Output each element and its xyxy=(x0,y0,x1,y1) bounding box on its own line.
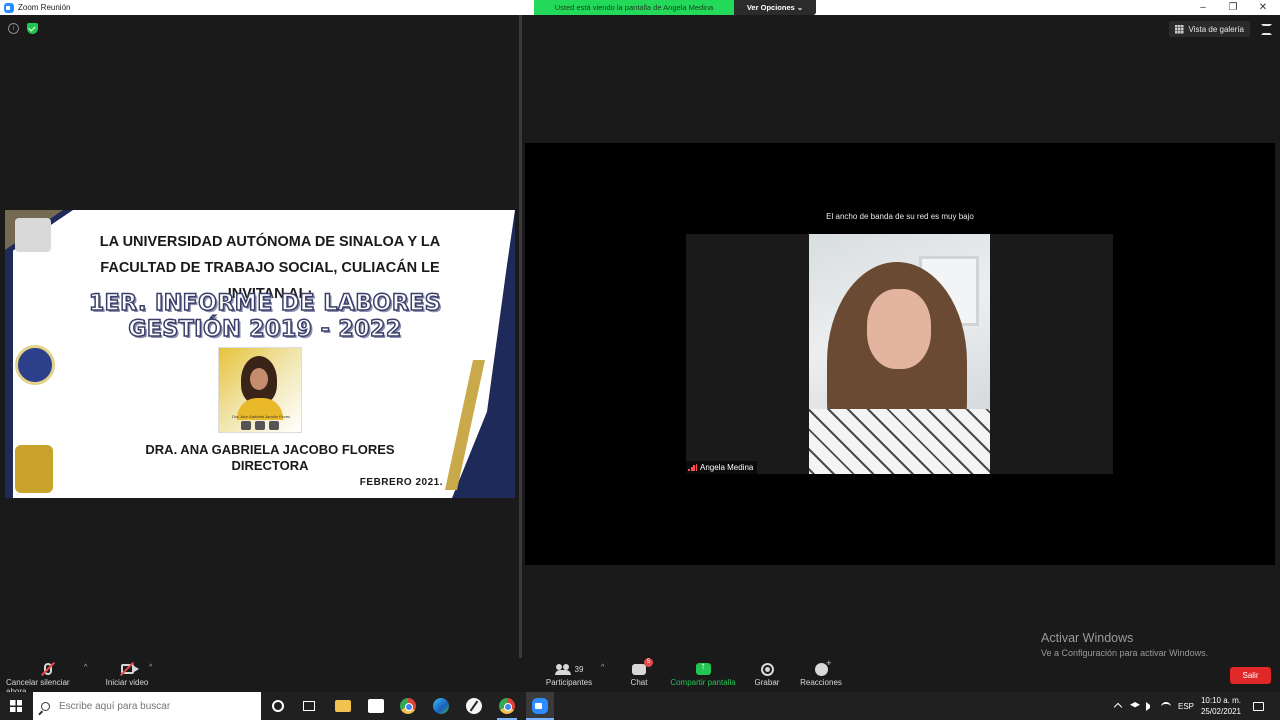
windows-activation-watermark: Activar Windows Ve a Configuración para … xyxy=(1041,631,1208,658)
participant-shirt xyxy=(809,409,990,474)
video-pane: Vista de galería El ancho de banda de su… xyxy=(522,15,1280,658)
info-icon[interactable]: i xyxy=(8,23,19,34)
participants-chevron-icon[interactable]: ^ xyxy=(601,664,604,671)
participant-name-label: Angela Medina xyxy=(686,461,758,474)
slide-line-1: LA UNIVERSIDAD AUTÓNOMA DE SINALOA Y LA xyxy=(99,234,441,250)
watermark-title: Activar Windows xyxy=(1041,631,1134,645)
windows-taskbar: ESP 10:10 a. m. 25/02/2021 xyxy=(0,692,1280,720)
search-icon xyxy=(41,701,50,711)
gallery-view-label: Vista de galería xyxy=(1188,24,1244,34)
photo-face xyxy=(241,356,277,404)
share-screen-button[interactable]: Compartir pantalla xyxy=(668,660,738,687)
participants-label: Participantes xyxy=(545,678,593,687)
windows-start-icon[interactable] xyxy=(10,700,22,712)
bandwidth-warning: El ancho de banda de su red es muy bajo xyxy=(826,212,974,221)
shared-screen-pane: i LA UNIVERSIDAD AUTÓNOMA DE SINALOA Y L… xyxy=(0,15,519,658)
watermark-subtitle: Ve a Configuración para activar Windows. xyxy=(1041,648,1209,658)
zoom-app: Zoom Reunión Usted está viendo la pantal… xyxy=(0,0,1280,720)
security-shield-icon[interactable] xyxy=(27,23,38,34)
university-building-logo xyxy=(15,218,51,252)
participant-face xyxy=(867,289,931,369)
grid-icon xyxy=(1174,24,1184,34)
start-video-label: Iniciar video xyxy=(105,678,149,687)
zoom-logo-icon xyxy=(4,2,14,13)
edge-icon[interactable] xyxy=(433,698,449,714)
chat-unread-badge: 5 xyxy=(644,657,653,667)
participant-camera-feed xyxy=(809,234,990,474)
chrome-profile-icon[interactable] xyxy=(499,698,515,714)
slide-title-2: GESTIÓN 2019 - 2022 xyxy=(128,317,402,343)
participants-count: 39 xyxy=(574,664,584,674)
share-screen-icon xyxy=(695,661,711,675)
start-video-button[interactable]: Iniciar video xyxy=(104,660,150,687)
participants-button[interactable]: 39 Participantes xyxy=(544,660,594,687)
clock-time: 10:10 a. m. xyxy=(1200,696,1242,705)
minimize-icon[interactable]: – xyxy=(1188,0,1218,15)
pen-app-icon[interactable] xyxy=(466,698,482,714)
chat-label: Chat xyxy=(630,678,648,687)
photo-logos xyxy=(241,421,279,430)
reactions-button[interactable]: Reacciones xyxy=(799,658,843,688)
sharing-banner: Usted está viendo la pantalla de Angela … xyxy=(534,0,734,15)
taskbar-search[interactable] xyxy=(33,692,261,720)
network-icon[interactable] xyxy=(1161,702,1171,711)
input-language[interactable]: ESP xyxy=(1178,692,1194,720)
chat-button[interactable]: 5 Chat xyxy=(624,657,654,687)
photo-caption: Dra. Ana Gabriela Jacobo Flores xyxy=(231,414,291,419)
record-label: Grabar xyxy=(754,678,780,687)
reactions-label: Reacciones xyxy=(800,678,842,687)
cloud-sync-icon[interactable] xyxy=(1130,702,1140,708)
participants-icon xyxy=(554,663,571,675)
zoom-taskbar-icon xyxy=(532,698,548,714)
view-options-button[interactable]: Ver Opciones ⌄ xyxy=(734,0,816,15)
taskbar-search-input[interactable] xyxy=(59,700,249,712)
zoom-taskbar-button[interactable] xyxy=(526,692,554,720)
unmute-button[interactable]: Cancelar silenciar ahora xyxy=(6,660,90,696)
store-icon[interactable] xyxy=(368,699,384,713)
slide-line-2: FACULTAD DE TRABAJO SOCIAL, CULIACÁN LE xyxy=(100,260,440,276)
active-speaker-area: El ancho de banda de su red es muy bajo … xyxy=(525,143,1275,565)
chrome-icon[interactable] xyxy=(400,698,416,714)
meeting-toolbar: Cancelar silenciar ahora ^ Iniciar video… xyxy=(0,657,1280,696)
share-screen-label: Compartir pantalla xyxy=(670,678,736,687)
meeting-status-icons: i xyxy=(8,23,38,34)
meeting-area: i LA UNIVERSIDAD AUTÓNOMA DE SINALOA Y L… xyxy=(0,15,1280,658)
restore-icon[interactable]: ❐ xyxy=(1218,0,1248,15)
notification-center-icon[interactable] xyxy=(1253,702,1264,711)
chat-bubble-icon: 5 xyxy=(632,657,653,675)
gallery-view-button[interactable]: Vista de galería xyxy=(1168,21,1250,37)
fullscreen-icon[interactable] xyxy=(1261,24,1272,35)
cortana-icon[interactable] xyxy=(272,700,284,712)
close-icon[interactable]: ✕ xyxy=(1248,0,1278,15)
record-button[interactable]: Grabar xyxy=(752,660,782,687)
participant-name: Angela Medina xyxy=(700,463,754,472)
director-role: DIRECTORA xyxy=(231,458,309,473)
record-icon xyxy=(760,662,774,676)
leave-meeting-button[interactable]: Salir xyxy=(1230,667,1271,684)
window-title: Zoom Reunión xyxy=(18,3,71,12)
file-explorer-icon[interactable] xyxy=(335,700,351,712)
taskbar-clock[interactable]: 10:10 a. m. 25/02/2021 xyxy=(1196,695,1246,717)
faculty-crest-logo xyxy=(15,445,53,493)
slide-date: FEBRERO 2021. xyxy=(359,477,443,488)
director-name: DRA. ANA GABRIELA JACOBO FLORES xyxy=(145,442,395,457)
chevron-up-icon[interactable] xyxy=(1113,702,1123,712)
video-options-chevron-icon[interactable]: ^ xyxy=(149,664,152,671)
reaction-smiley-icon xyxy=(814,658,832,676)
signal-strength-icon xyxy=(688,464,697,471)
director-photo: Dra. Ana Gabriela Jacobo Flores xyxy=(218,347,302,433)
volume-icon[interactable] xyxy=(1146,702,1150,711)
university-seal-logo xyxy=(15,345,55,385)
clock-date: 25/02/2021 xyxy=(1200,707,1242,716)
participant-video-tile[interactable]: Angela Medina xyxy=(686,234,1113,474)
shared-slide: LA UNIVERSIDAD AUTÓNOMA DE SINALOA Y LA … xyxy=(5,210,515,498)
audio-options-chevron-icon[interactable]: ^ xyxy=(84,664,87,671)
task-view-icon[interactable] xyxy=(303,701,315,711)
slide-title-1: 1ER. INFORME DE LABORES xyxy=(88,291,442,317)
